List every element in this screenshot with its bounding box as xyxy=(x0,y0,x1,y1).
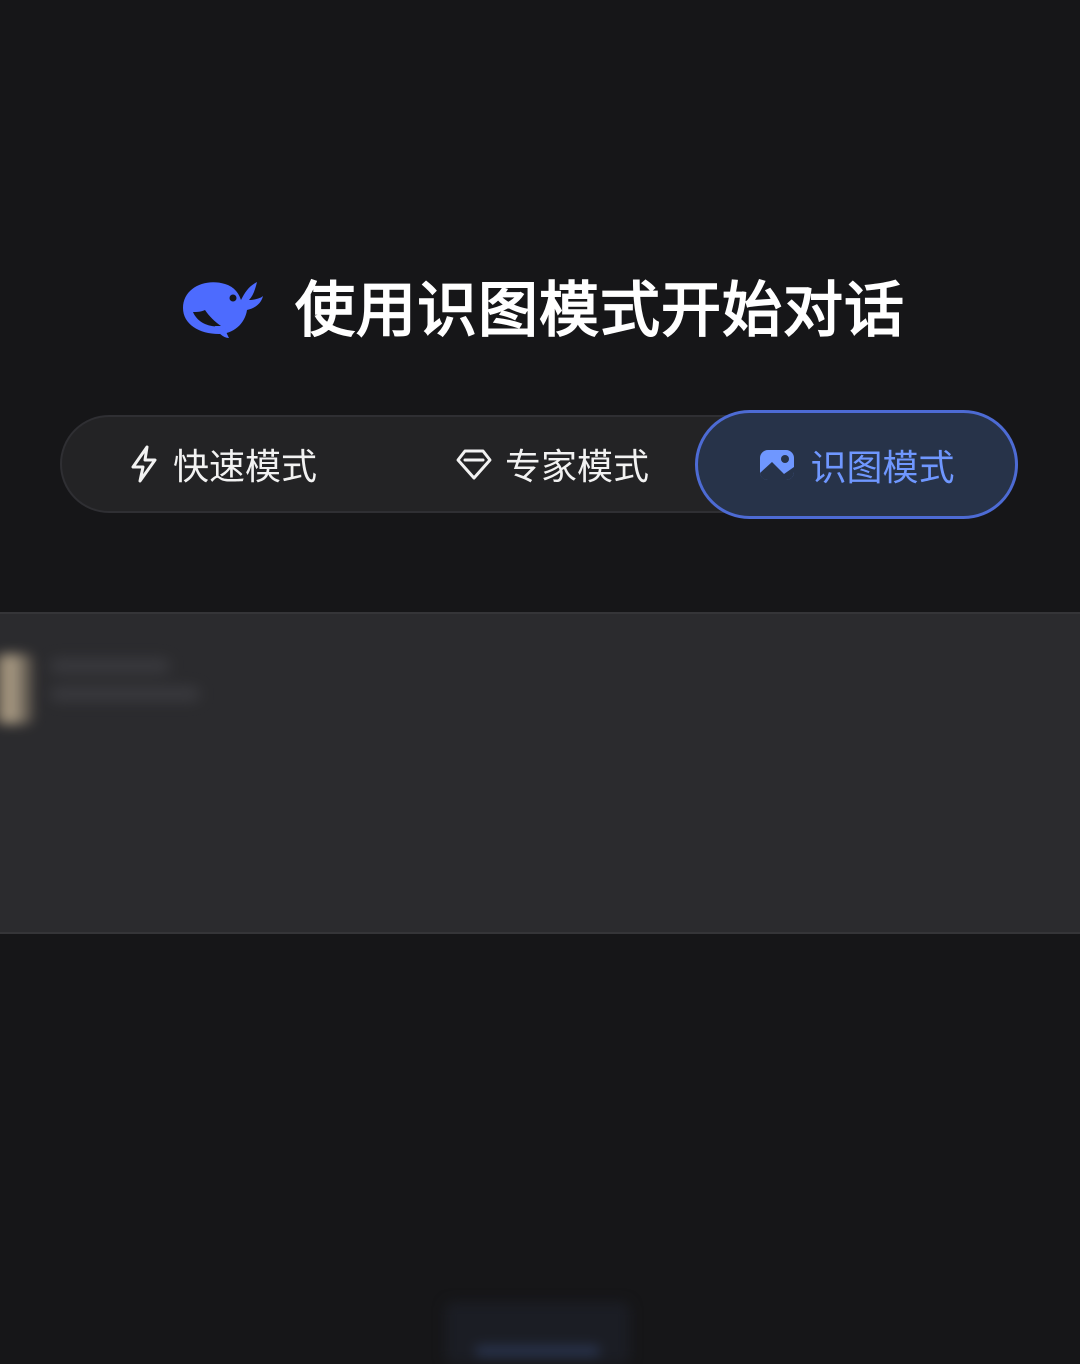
image-preview-panel xyxy=(0,612,1080,934)
mode-fast-label: 快速模式 xyxy=(172,447,317,488)
lightning-icon xyxy=(131,445,157,483)
mode-expert-button[interactable]: 专家模式 xyxy=(427,417,677,511)
welcome-header: 使用识图模式开始对话 xyxy=(0,262,1080,348)
image-icon xyxy=(760,449,795,480)
mode-fast-button[interactable]: 快速模式 xyxy=(102,417,342,511)
blurred-thumbnail xyxy=(0,654,34,724)
blurred-text xyxy=(50,659,200,739)
page-title: 使用识图模式开始对话 xyxy=(295,275,905,346)
mode-expert-label: 专家模式 xyxy=(504,447,649,488)
blurred-bottom-element xyxy=(445,1302,630,1364)
deepseek-logo-icon xyxy=(183,282,263,338)
diamond-icon xyxy=(456,449,492,480)
mode-vision-button[interactable]: 识图模式 xyxy=(695,410,1018,519)
page: 使用识图模式开始对话 快速模式 专家模式 识图模式 xyxy=(0,0,1080,1364)
mode-vision-label: 识图模式 xyxy=(810,447,955,489)
